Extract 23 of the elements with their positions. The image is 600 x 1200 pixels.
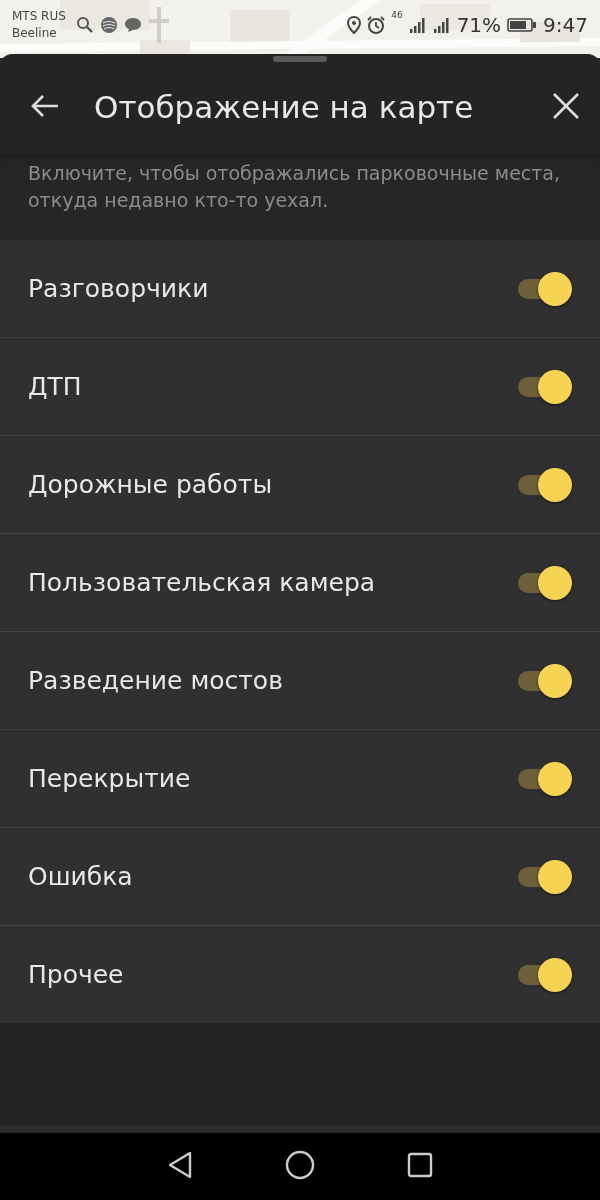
drag-handle[interactable] [273, 56, 327, 62]
location-pin-icon [347, 16, 362, 34]
setting-label: Дорожные работы [28, 470, 274, 499]
search-icon [75, 16, 94, 34]
chat-bubble-icon [123, 17, 142, 33]
setting-label: Разведение мостов [28, 666, 284, 695]
carrier-name: MTS RUS [12, 8, 66, 25]
setting-label: Разговорчики [28, 274, 210, 303]
setting-label: Ошибка [28, 862, 134, 891]
setting-label: Пользовательская камера [28, 568, 377, 597]
signal-icon [408, 17, 427, 33]
battery-percent: 71% [456, 13, 502, 37]
setting-label: ДТП [28, 372, 83, 401]
clock-time: 9:47 [543, 13, 588, 37]
carrier-name: Beeline [12, 25, 58, 42]
setting-label: Перекрытие [28, 764, 192, 793]
alarm-clock-icon [367, 16, 386, 34]
sheet-title: Отображение на карте [94, 89, 475, 125]
network-type: 46 [391, 10, 403, 20]
setting-label: Прочее [28, 960, 125, 989]
battery-icon [507, 18, 538, 32]
cross-icon [147, 5, 170, 45]
signal-icon [432, 17, 451, 33]
